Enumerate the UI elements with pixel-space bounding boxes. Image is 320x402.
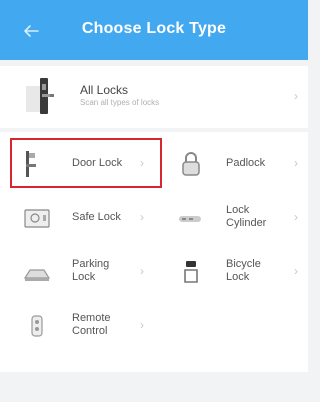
lock-type-lock-cylinder[interactable]: Lock Cylinder ›	[154, 188, 308, 248]
lock-type-remote-control[interactable]: Remote Control ›	[0, 296, 154, 356]
page-title: Choose Lock Type	[81, 20, 227, 37]
chevron-right-icon: ›	[140, 210, 144, 224]
lock-type-safe-lock[interactable]: Safe Lock ›	[0, 188, 154, 248]
lock-type-parking-lock[interactable]: Parking Lock ›	[0, 242, 154, 302]
safe-icon	[24, 209, 50, 228]
lock-type-label: Padlock	[226, 157, 266, 169]
lock-type-label: Safe Lock	[72, 211, 121, 223]
lock-type-label: Bicycle Lock	[226, 258, 261, 283]
chevron-right-icon: ›	[140, 318, 144, 332]
chevron-right-icon: ›	[294, 89, 298, 103]
parking-lock-icon	[23, 269, 51, 281]
lock-type-label: Lock Cylinder	[226, 204, 267, 229]
top-bar: Choose Lock Type	[0, 0, 308, 60]
bicycle-lock-icon	[184, 261, 198, 283]
lock-type-label: Parking Lock	[72, 258, 110, 283]
door-lock-icon	[26, 78, 54, 114]
all-locks-item[interactable]: All Locks Scan all types of locks ›	[0, 66, 308, 128]
chevron-right-icon: ›	[294, 210, 298, 224]
selection-highlight	[10, 138, 162, 188]
all-locks-title: All Locks	[80, 83, 129, 97]
chevron-right-icon: ›	[294, 156, 298, 170]
lock-type-padlock[interactable]: Padlock ›	[154, 134, 308, 194]
all-locks-subtitle: Scan all types of locks	[80, 98, 160, 107]
remote-control-icon	[31, 315, 43, 337]
chevron-right-icon: ›	[294, 264, 298, 278]
lock-type-label: Remote Control	[72, 312, 111, 337]
padlock-icon	[182, 152, 200, 176]
lock-type-bicycle-lock[interactable]: Bicycle Lock ›	[154, 242, 308, 302]
chevron-right-icon: ›	[140, 264, 144, 278]
cylinder-icon	[179, 216, 201, 222]
